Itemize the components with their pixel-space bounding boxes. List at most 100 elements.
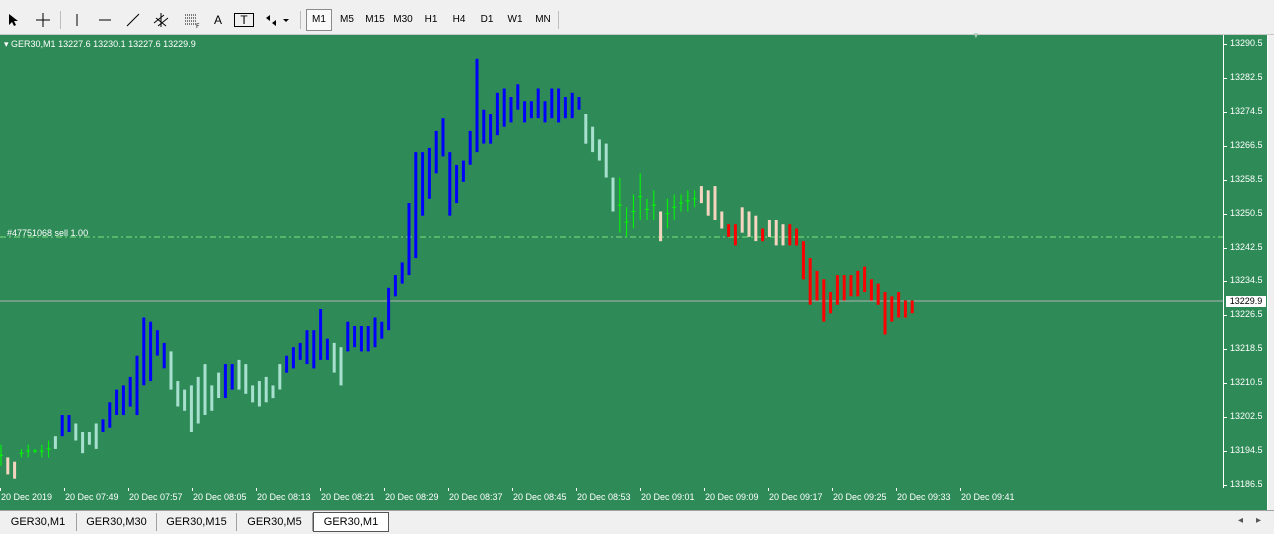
timeframe-w1[interactable]: W1 xyxy=(502,9,528,31)
crosshair-icon[interactable] xyxy=(32,9,54,31)
channel-icon[interactable] xyxy=(150,9,174,31)
price-bar xyxy=(529,101,533,119)
price-bar xyxy=(189,385,193,432)
chart-toolbar: F A T M1 M5 M15 M30 H1 H4 D1 W1 MN xyxy=(0,6,1274,35)
price-bar xyxy=(257,381,261,407)
price-bar xyxy=(251,385,255,403)
price-bar xyxy=(128,376,132,407)
text-icon[interactable]: A xyxy=(208,9,228,31)
price-bar xyxy=(87,432,91,445)
price-bar xyxy=(761,228,765,242)
price-bar xyxy=(271,385,275,399)
time-axis-tick xyxy=(896,488,897,491)
price-bar xyxy=(325,338,329,360)
price-bar xyxy=(448,152,452,216)
price-bar xyxy=(727,224,731,237)
chart-canvas xyxy=(0,58,1223,479)
price-bar xyxy=(502,88,506,127)
price-axis-tick xyxy=(1224,146,1227,147)
time-axis-tick xyxy=(64,488,65,491)
trendline-icon[interactable] xyxy=(122,9,144,31)
fibonacci-icon[interactable]: F xyxy=(180,9,204,31)
time-axis-label: 20 Dec 09:01 xyxy=(641,492,695,502)
price-axis-label: 13194.5 xyxy=(1230,445,1263,455)
price-axis-tick xyxy=(1224,44,1227,45)
price-axis-tick xyxy=(1224,248,1227,249)
price-bar xyxy=(910,300,914,314)
timeframe-h1[interactable]: H1 xyxy=(418,9,444,31)
price-bar xyxy=(285,355,289,373)
price-bar xyxy=(13,461,17,479)
time-axis-tick xyxy=(320,488,321,491)
price-bar xyxy=(495,92,499,136)
time-axis-tick xyxy=(704,488,705,491)
time-axis-tick xyxy=(192,488,193,491)
tab-ger30-m30[interactable]: GER30,M30 xyxy=(77,513,157,531)
tab-ger30-m15[interactable]: GER30,M15 xyxy=(157,513,237,531)
price-bar xyxy=(550,88,554,119)
price-axis[interactable]: 13290.5 13282.5 13274.5 13266.5 13258.5 13250… xyxy=(1223,35,1268,489)
vertical-line-icon[interactable] xyxy=(66,9,88,31)
tab-ger30-m1[interactable]: GER30,M1 xyxy=(0,513,77,531)
scroll-right-icon[interactable]: ▸ xyxy=(1256,515,1261,526)
price-bar xyxy=(244,364,248,394)
price-axis-tick xyxy=(1224,315,1227,316)
price-bar xyxy=(135,355,139,416)
price-chart[interactable]: ▾ GER30,M1 13227.6 13230.1 13227.6 13229… xyxy=(0,31,1223,488)
price-bar xyxy=(713,186,717,220)
scroll-left-icon[interactable]: ◂ xyxy=(1238,515,1243,526)
tab-ger30-m5[interactable]: GER30,M5 xyxy=(237,513,313,531)
shift-marker-icon[interactable]: ▼ xyxy=(972,31,980,40)
shapes-icon[interactable] xyxy=(262,9,294,31)
price-bar xyxy=(53,436,57,449)
price-bar xyxy=(482,109,486,144)
timeframe-mn[interactable]: MN xyxy=(530,9,556,31)
cursor-icon[interactable] xyxy=(4,9,22,31)
price-bar xyxy=(557,88,561,123)
price-bar xyxy=(788,224,792,246)
price-bar xyxy=(278,364,282,390)
timeframe-m5[interactable]: M5 xyxy=(334,9,360,31)
timeframe-m1[interactable]: M1 xyxy=(306,9,332,31)
time-axis-tick xyxy=(512,488,513,491)
price-bar xyxy=(427,147,431,199)
price-bar xyxy=(169,351,173,390)
horizontal-line-icon[interactable] xyxy=(94,9,116,31)
price-bar xyxy=(468,130,472,165)
price-bar xyxy=(67,415,71,432)
price-bar xyxy=(869,279,873,301)
price-bar xyxy=(699,186,703,204)
time-axis-label: 20 Dec 09:41 xyxy=(961,492,1015,502)
time-axis-label: 20 Dec 08:13 xyxy=(257,492,311,502)
timeframe-d1[interactable]: D1 xyxy=(474,9,500,31)
time-axis-label: 20 Dec 08:05 xyxy=(193,492,247,502)
price-bar xyxy=(461,160,465,182)
time-axis[interactable]: 20 Dec 2019 20 Dec 07:49 20 Dec 07:57 20 De… xyxy=(0,488,1268,510)
price-bar xyxy=(319,309,323,360)
time-axis-label: 20 Dec 09:33 xyxy=(897,492,951,502)
timeframe-m15[interactable]: M15 xyxy=(362,9,388,31)
time-axis-label: 20 Dec 07:57 xyxy=(129,492,183,502)
price-axis-label: 13250.5 xyxy=(1230,208,1263,218)
tab-ger30-m1-active[interactable]: GER30,M1 xyxy=(313,512,389,532)
text-label-icon[interactable]: T xyxy=(234,13,254,27)
time-axis-tick xyxy=(256,488,257,491)
price-bar xyxy=(155,330,159,356)
price-bar xyxy=(400,262,404,284)
time-axis-label: 20 Dec 09:17 xyxy=(769,492,823,502)
svg-text:F: F xyxy=(196,23,200,28)
timeframe-h4[interactable]: H4 xyxy=(446,9,472,31)
price-axis-label: 13218.5 xyxy=(1230,343,1263,353)
price-axis-tick xyxy=(1224,78,1227,79)
timeframe-m30[interactable]: M30 xyxy=(390,9,416,31)
time-axis-label: 20 Dec 08:45 xyxy=(513,492,567,502)
price-axis-label: 13266.5 xyxy=(1230,140,1263,150)
time-axis-label: 20 Dec 08:37 xyxy=(449,492,503,502)
price-bar xyxy=(203,364,207,415)
price-bar xyxy=(720,211,724,229)
price-bar xyxy=(6,457,10,475)
price-bar xyxy=(346,321,350,352)
collapse-arrow-icon[interactable]: ▾ xyxy=(4,39,9,49)
time-axis-tick xyxy=(448,488,449,491)
price-bar xyxy=(774,220,778,246)
